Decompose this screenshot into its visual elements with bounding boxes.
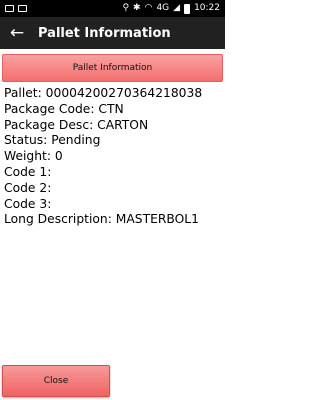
battery-icon [184,3,191,14]
detail-code-3: Code 3: [4,196,52,211]
bluetooth-icon: ✱ [133,3,141,13]
page-title: Pallet Information [38,25,171,41]
status-indicators: ⚲ ✱ ◠ 4G ◢ 10:22 [122,3,220,14]
section-header: Pallet Information [2,54,223,82]
gallery-icon [18,5,27,12]
status-bar: ⚲ ✱ ◠ 4G ◢ 10:22 [0,0,225,17]
detail-status: Status: Pending [4,133,101,148]
detail-code-1: Code 1: [4,164,52,179]
status-time: 10:22 [194,3,220,13]
detail-long-description: Long Description: MASTERBOL1 [4,212,199,227]
location-icon: ⚲ [122,3,130,13]
network-type: 4G [156,3,170,13]
detail-pallet: Pallet: 00004200270364218038 [4,86,203,100]
arrow-back-icon[interactable]: ← [0,17,34,49]
detail-package-desc: Package Desc: CARTON [4,117,149,132]
status-notifications [5,5,27,12]
close-button[interactable]: Close [2,365,110,397]
pallet-details: Pallet: 00004200270364218038 Package Cod… [4,86,222,228]
detail-code-2: Code 2: [4,180,52,195]
detail-package-code: Package Code: CTN [4,101,124,116]
app-bar: ← Pallet Information [0,17,225,49]
wifi-icon: ◠ [144,3,153,13]
mail-icon [5,5,14,12]
signal-icon: ◢ [173,3,181,13]
detail-weight: Weight: 0 [4,149,63,164]
